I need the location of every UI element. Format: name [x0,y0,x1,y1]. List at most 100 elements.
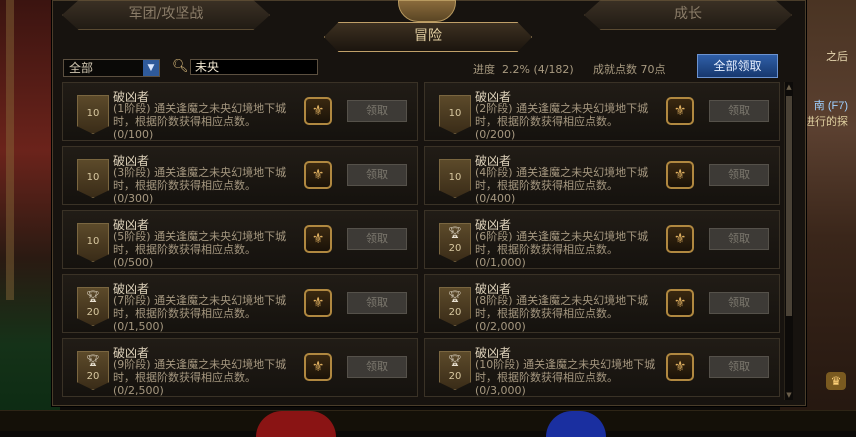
claim-button[interactable]: 领取 [709,228,769,250]
achievement-card: 10 破凶者 (1阶段) 通关逢魔之未央幻境地下城时，根据阶数获得相应点数。 (0… [62,82,418,141]
achievement-list: 10 破凶者 (1阶段) 通关逢魔之未央幻境地下城时，根据阶数获得相应点数。 (0… [62,82,782,400]
trophy-icon: 🏆︎ [86,354,100,367]
achievement-progress: (0/500) [113,256,154,269]
search-input[interactable] [190,59,318,75]
achievement-progress: (0/1,500) [113,320,164,333]
achievement-desc-text: (10阶段) 通关逢魔之未央幻境地下城时，根据阶数获得相应点数。 [475,358,656,384]
claim-button[interactable]: 领取 [347,100,407,122]
achievement-emblem-icon: ⚜ [304,353,332,381]
achievement-card: 10 破凶者 (4阶段) 通关逢魔之未央幻境地下城时，根据阶数获得相应点数。 (0… [424,146,780,205]
achievement-desc-text: (3阶段) 通关逢魔之未央幻境地下城时，根据阶数获得相应点数。 [113,166,287,192]
achievement-desc: (10阶段) 通关逢魔之未央幻境地下城时，根据阶数获得相应点数。 (0/3,000… [475,358,665,397]
claim-button[interactable]: 领取 [347,228,407,250]
trophy-icon: 🏆︎ [86,290,100,303]
achievement-desc: (2阶段) 通关逢魔之未央幻境地下城时，根据阶数获得相应点数。 (0/200) [475,102,665,141]
search-icon: 🔍︎ [172,59,189,74]
achievement-progress: (0/2,500) [113,384,164,397]
claim-button[interactable]: 领取 [709,164,769,186]
badge-points: 10 [86,108,100,119]
points-label: 成就点数 [593,63,637,76]
achievement-desc: (5阶段) 通关逢魔之未央幻境地下城时，根据阶数获得相应点数。 (0/500) [113,230,303,269]
reward-badge: 🏆︎ 20 [439,287,471,326]
progress-value: 2.2% (4/182) [502,63,574,76]
claim-button[interactable]: 领取 [709,100,769,122]
claim-button[interactable]: 领取 [347,292,407,314]
achievement-card: 🏆︎ 20 破凶者 (8阶段) 通关逢魔之未央幻境地下城时，根据阶数获得相应点数。… [424,274,780,333]
crown-icon[interactable]: ♛ [826,372,846,390]
side-quest-status: 进行的探 [804,116,848,128]
achievement-progress: (0/200) [475,128,516,141]
chevron-down-icon[interactable]: ▼ [143,60,159,76]
reward-badge: 10 [439,95,471,134]
reward-badge: 🏆︎ 20 [77,287,109,326]
achievement-points: 成就点数 70点 [593,61,666,77]
list-scrollbar[interactable]: ▲ ▼ [784,82,793,400]
badge-points: 10 [448,108,462,119]
tab-growth[interactable]: 成长 [584,0,792,30]
category-dropdown-value: 全部 [69,61,94,75]
achievement-emblem-icon: ⚜ [304,161,332,189]
points-value: 70点 [640,63,666,76]
badge-points: 10 [86,236,100,247]
hp-orb [256,411,336,437]
scroll-down-icon[interactable]: ▼ [785,390,793,400]
reward-badge: 🏆︎ 20 [439,351,471,390]
achievement-desc: (8阶段) 通关逢魔之未央幻境地下城时，根据阶数获得相应点数。 (0/2,000) [475,294,665,333]
progress-text: 进度 2.2% (4/182) [473,61,574,77]
achievement-progress: (0/3,000) [475,384,526,397]
claim-all-button[interactable]: 全部领取 [697,54,778,78]
achievement-desc: (1阶段) 通关逢魔之未央幻境地下城时，根据阶数获得相应点数。 (0/100) [113,102,303,141]
reward-badge: 🏆︎ 20 [439,223,471,262]
achievement-card: 🏆︎ 20 破凶者 (6阶段) 通关逢魔之未央幻境地下城时，根据阶数获得相应点数。… [424,210,780,269]
achievement-desc-text: (5阶段) 通关逢魔之未央幻境地下城时，根据阶数获得相应点数。 [113,230,287,256]
background-pillar [6,0,14,300]
achievement-card: 🏆︎ 20 破凶者 (10阶段) 通关逢魔之未央幻境地下城时，根据阶数获得相应点数… [424,338,780,397]
achievement-emblem-icon: ⚜ [666,225,694,253]
achievement-card: 🏆︎ 20 破凶者 (7阶段) 通关逢魔之未央幻境地下城时，根据阶数获得相应点数。… [62,274,418,333]
achievement-desc-text: (9阶段) 通关逢魔之未央幻境地下城时，根据阶数获得相应点数。 [113,358,287,384]
achievement-desc-text: (4阶段) 通关逢魔之未央幻境地下城时，根据阶数获得相应点数。 [475,166,649,192]
bottom-hud-bar [0,410,856,437]
badge-points: 20 [448,243,462,254]
tab-adventure[interactable]: 冒险 [324,22,532,52]
achievement-desc: (7阶段) 通关逢魔之未央幻境地下城时，根据阶数获得相应点数。 (0/1,500) [113,294,303,333]
claim-button[interactable]: 领取 [709,356,769,378]
reward-badge: 🏆︎ 20 [77,351,109,390]
achievement-desc: (3阶段) 通关逢魔之未央幻境地下城时，根据阶数获得相应点数。 (0/300) [113,166,303,205]
achievement-emblem-icon: ⚜ [304,97,332,125]
achievement-desc-text: (8阶段) 通关逢魔之未央幻境地下城时，根据阶数获得相应点数。 [475,294,649,320]
category-dropdown[interactable]: 全部 ▼ [63,59,160,77]
achievement-desc: (6阶段) 通关逢魔之未央幻境地下城时，根据阶数获得相应点数。 (0/1,000) [475,230,665,269]
achievement-emblem-icon: ⚜ [666,97,694,125]
trophy-icon: 🏆︎ [448,226,462,239]
achievement-progress: (0/100) [113,128,154,141]
achievement-desc-text: (1阶段) 通关逢魔之未央幻境地下城时，根据阶数获得相应点数。 [113,102,287,128]
achievement-emblem-icon: ⚜ [666,289,694,317]
badge-points: 20 [448,307,462,318]
background-left-scene [0,0,60,431]
claim-button[interactable]: 领取 [347,164,407,186]
achievement-desc-text: (2阶段) 通关逢魔之未央幻境地下城时，根据阶数获得相应点数。 [475,102,649,128]
badge-points: 20 [448,371,462,382]
mp-orb [546,411,606,437]
trophy-icon: 🏆︎ [448,354,462,367]
achievement-card: 10 破凶者 (2阶段) 通关逢魔之未央幻境地下城时，根据阶数获得相应点数。 (0… [424,82,780,141]
scroll-up-icon[interactable]: ▲ [785,82,793,92]
reward-badge: 10 [77,95,109,134]
reward-badge: 10 [77,223,109,262]
scrollbar-thumb[interactable] [786,96,792,316]
achievement-progress: (0/1,000) [475,256,526,269]
achievement-card: 🏆︎ 20 破凶者 (9阶段) 通关逢魔之未央幻境地下城时，根据阶数获得相应点数。… [62,338,418,397]
achievement-card: 10 破凶者 (3阶段) 通关逢魔之未央幻境地下城时，根据阶数获得相应点数。 (0… [62,146,418,205]
side-quest-hotkey: 南 (F7) [813,100,848,112]
claim-button[interactable]: 领取 [709,292,769,314]
achievement-emblem-icon: ⚜ [304,289,332,317]
achievement-desc-text: (7阶段) 通关逢魔之未央幻境地下城时，根据阶数获得相应点数。 [113,294,287,320]
reward-badge: 10 [77,159,109,198]
achievement-card: 10 破凶者 (5阶段) 通关逢魔之未央幻境地下城时，根据阶数获得相应点数。 (0… [62,210,418,269]
trophy-icon: 🏆︎ [448,290,462,303]
reward-badge: 10 [439,159,471,198]
claim-button[interactable]: 领取 [347,356,407,378]
badge-points: 10 [448,172,462,183]
tab-legion-siege[interactable]: 军团/攻坚战 [62,0,270,30]
